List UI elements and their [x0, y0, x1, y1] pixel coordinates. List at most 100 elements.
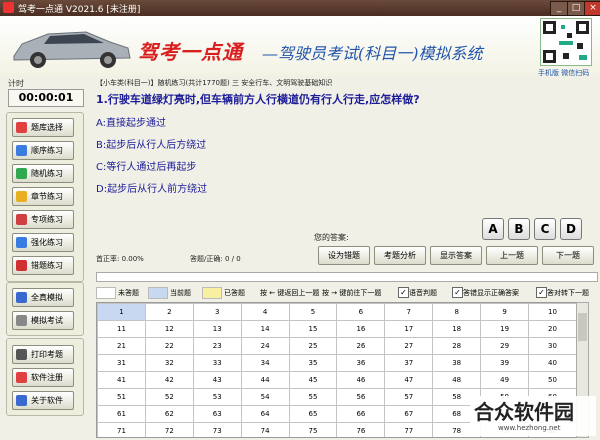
question-cell[interactable]: 71	[97, 422, 146, 437]
question-cell[interactable]: 57	[384, 388, 434, 406]
question-cell[interactable]: 11	[97, 320, 146, 338]
auto-next-checkbox[interactable]: ✓	[536, 287, 547, 298]
option-a[interactable]: A:直接起步通过	[96, 114, 166, 129]
random-practice-button[interactable]: 随机练习	[12, 164, 74, 183]
question-cell[interactable]: 72	[144, 422, 194, 437]
question-cell[interactable]: 13	[192, 320, 242, 338]
question-cell[interactable]: 19	[480, 320, 530, 338]
answer-a-button[interactable]: A	[482, 218, 504, 240]
previous-question-button[interactable]: 上一题	[486, 246, 538, 265]
question-cell[interactable]: 73	[192, 422, 242, 437]
question-cell[interactable]: 61	[97, 405, 146, 423]
question-cell[interactable]: 39	[480, 354, 530, 372]
question-cell[interactable]: 67	[384, 405, 434, 423]
question-cell[interactable]: 31	[97, 354, 146, 372]
question-cell[interactable]: 15	[288, 320, 338, 338]
question-cell[interactable]: 32	[144, 354, 194, 372]
question-cell[interactable]: 64	[240, 405, 290, 423]
question-cell[interactable]: 24	[240, 337, 290, 355]
question-cell[interactable]: 46	[336, 371, 386, 389]
intensive-practice-button[interactable]: 强化练习	[12, 233, 74, 252]
sequence-practice-button[interactable]: 顺序练习	[12, 141, 74, 160]
question-cell[interactable]: 27	[384, 337, 434, 355]
analysis-button[interactable]: 考题分析	[374, 246, 426, 265]
question-cell[interactable]: 2	[144, 303, 194, 321]
question-cell[interactable]: 77	[384, 422, 434, 437]
minimize-button[interactable]: _	[550, 1, 568, 16]
print-questions-button[interactable]: 打印考题	[12, 345, 74, 364]
question-cell[interactable]: 28	[432, 337, 482, 355]
question-cell[interactable]: 66	[336, 405, 386, 423]
next-question-button[interactable]: 下一题	[542, 246, 594, 265]
question-cell[interactable]: 9	[480, 303, 530, 321]
question-cell[interactable]: 29	[480, 337, 530, 355]
question-cell[interactable]: 48	[432, 371, 482, 389]
answer-d-button[interactable]: D	[560, 218, 582, 240]
question-cell[interactable]: 54	[240, 388, 290, 406]
question-cell[interactable]: 21	[97, 337, 146, 355]
question-cell[interactable]: 55	[288, 388, 338, 406]
question-cell[interactable]: 62	[144, 405, 194, 423]
question-cell[interactable]: 45	[288, 371, 338, 389]
option-b[interactable]: B:起步后从行人后方绕过	[96, 136, 206, 151]
question-cell[interactable]: 16	[336, 320, 386, 338]
question-cell[interactable]: 4	[240, 303, 290, 321]
question-cell[interactable]: 14	[240, 320, 290, 338]
scrollbar-thumb[interactable]	[578, 313, 587, 341]
question-cell[interactable]: 35	[288, 354, 338, 372]
question-cell[interactable]: 18	[432, 320, 482, 338]
question-cell[interactable]: 40	[528, 354, 577, 372]
option-c[interactable]: C:等行人通过后再起步	[96, 158, 196, 173]
about-button[interactable]: 关于软件	[12, 391, 74, 410]
question-cell[interactable]: 76	[336, 422, 386, 437]
question-cell[interactable]: 56	[336, 388, 386, 406]
full-simulation-button[interactable]: 全真模拟	[12, 288, 74, 307]
answer-c-button[interactable]: C	[534, 218, 556, 240]
question-cell[interactable]: 44	[240, 371, 290, 389]
question-cell[interactable]: 25	[288, 337, 338, 355]
question-cell[interactable]: 23	[192, 337, 242, 355]
question-cell[interactable]: 33	[192, 354, 242, 372]
question-cell[interactable]: 20	[528, 320, 577, 338]
question-cell[interactable]: 75	[288, 422, 338, 437]
answer-b-button[interactable]: B	[508, 218, 530, 240]
wrong-practice-button[interactable]: 错题练习	[12, 256, 74, 275]
question-cell[interactable]: 65	[288, 405, 338, 423]
chapter-practice-button[interactable]: 章节练习	[12, 187, 74, 206]
question-cell[interactable]: 3	[192, 303, 242, 321]
question-cell[interactable]: 10	[528, 303, 577, 321]
question-cell[interactable]: 8	[432, 303, 482, 321]
question-cell[interactable]: 7	[384, 303, 434, 321]
option-d[interactable]: D:起步后从行人前方绕过	[96, 180, 207, 195]
question-cell[interactable]: 47	[384, 371, 434, 389]
question-cell[interactable]: 30	[528, 337, 577, 355]
question-cell[interactable]: 22	[144, 337, 194, 355]
question-cell[interactable]: 50	[528, 371, 577, 389]
question-cell[interactable]: 1	[97, 303, 146, 321]
mock-exam-button[interactable]: 模拟考试	[12, 311, 74, 330]
question-cell[interactable]: 63	[192, 405, 242, 423]
question-cell[interactable]: 38	[432, 354, 482, 372]
question-cell[interactable]: 74	[240, 422, 290, 437]
show-correct-checkbox[interactable]: ✓	[452, 287, 463, 298]
library-select-button[interactable]: 题库选择	[12, 118, 74, 137]
mark-wrong-button[interactable]: 设为错题	[318, 246, 370, 265]
question-cell[interactable]: 34	[240, 354, 290, 372]
question-cell[interactable]: 26	[336, 337, 386, 355]
question-cell[interactable]: 12	[144, 320, 194, 338]
question-cell[interactable]: 6	[336, 303, 386, 321]
question-cell[interactable]: 37	[384, 354, 434, 372]
special-practice-button[interactable]: 专项练习	[12, 210, 74, 229]
question-cell[interactable]: 53	[192, 388, 242, 406]
question-cell[interactable]: 52	[144, 388, 194, 406]
question-cell[interactable]: 41	[97, 371, 146, 389]
register-button[interactable]: 软件注册	[12, 368, 74, 387]
show-answer-button[interactable]: 显示答案	[430, 246, 482, 265]
question-cell[interactable]: 43	[192, 371, 242, 389]
voice-judge-checkbox[interactable]: ✓	[398, 287, 409, 298]
question-cell[interactable]: 49	[480, 371, 530, 389]
close-button[interactable]: ×	[584, 1, 600, 16]
question-cell[interactable]: 5	[288, 303, 338, 321]
maximize-button[interactable]: □	[567, 1, 585, 16]
question-cell[interactable]: 36	[336, 354, 386, 372]
